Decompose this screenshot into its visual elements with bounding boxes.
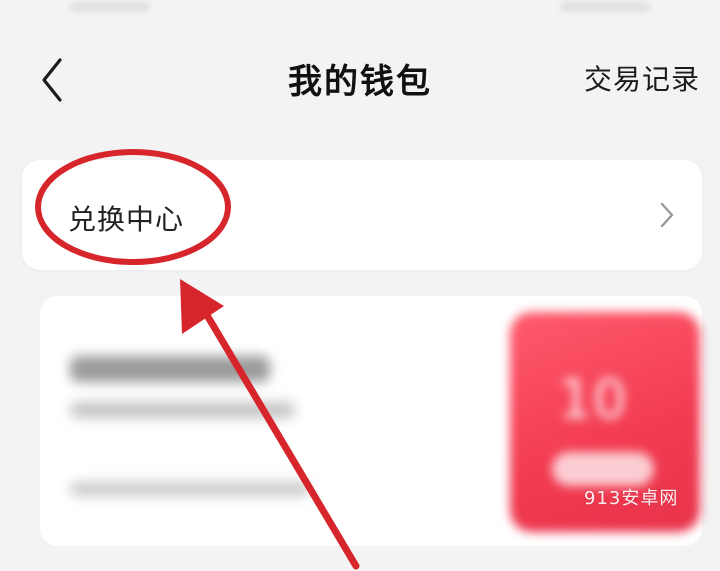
status-bar <box>0 0 720 18</box>
exchange-center-label: 兑换中心 <box>68 203 185 236</box>
coupon-amount: 10 <box>558 368 627 431</box>
coupon-use-pill <box>552 452 654 486</box>
top-nav-bar: 我的钱包 交易记录 <box>0 28 720 128</box>
chevron-left-icon <box>42 58 62 102</box>
transactions-link[interactable]: 交易记录 <box>584 58 700 98</box>
chevron-right-icon <box>660 202 674 228</box>
exchange-center-row[interactable]: 兑换中心 <box>22 160 702 270</box>
back-button[interactable] <box>26 50 86 110</box>
coupon-value-badge: 10 <box>510 312 700 532</box>
